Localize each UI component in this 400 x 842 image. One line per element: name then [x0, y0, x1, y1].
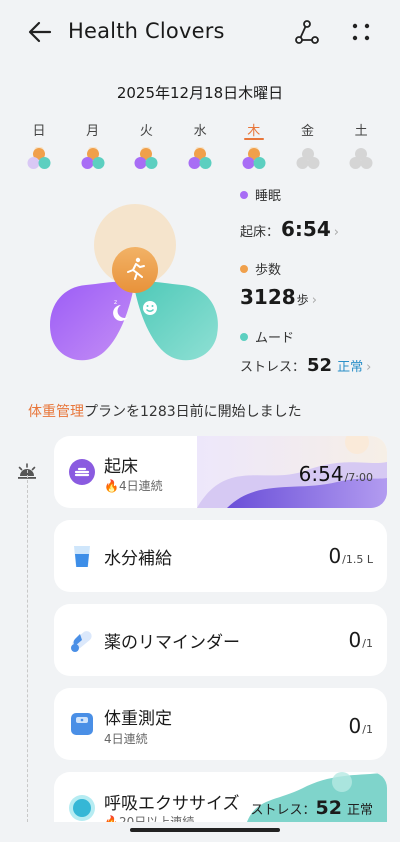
medicine-card-count: 0 — [348, 628, 362, 652]
plan-start-text: プランを1283日前に開始しました — [84, 404, 302, 420]
week-strip: 日月火水木金土 — [16, 120, 384, 180]
steps-value: 3128 — [240, 285, 296, 309]
health-clover-chart: z — [49, 204, 219, 361]
chevron-right-icon: › — [333, 225, 339, 240]
smile-icon — [143, 301, 157, 315]
chevron-right-icon: › — [366, 360, 372, 375]
day-label: 木 — [247, 124, 261, 139]
mood-dot — [240, 332, 248, 341]
day-1[interactable]: 月 — [70, 120, 116, 171]
more-icon[interactable] — [348, 19, 374, 45]
water-card-title: 水分補給 — [104, 549, 172, 569]
breathing-card-streak: 🔥20日以上連続 — [104, 815, 195, 822]
breathing-card-title: 呼吸エクササイズ — [104, 794, 240, 814]
breathing-stress-status: 正常 — [346, 803, 373, 818]
stress-key: ストレス： — [240, 360, 306, 375]
timeline-line — [27, 470, 28, 822]
water-card-value: 0/1.5 L — [328, 544, 373, 568]
mini-clover-icon — [296, 148, 319, 169]
wake-card-title: 起床 — [104, 457, 138, 477]
date-label: 2025年12月18日木曜日 — [116, 84, 284, 102]
mood-petal — [134, 281, 219, 361]
day-label: 水 — [193, 124, 207, 139]
day-0[interactable]: 日 — [16, 120, 62, 171]
stress-value: 52 — [307, 355, 333, 376]
medicine-card-target: /1 — [362, 637, 373, 650]
medicine-card-value: 0/1 — [349, 628, 373, 652]
weight-card-value: 0/1 — [349, 714, 373, 738]
mood-legend: ムード — [240, 327, 294, 346]
wake-card-target: /7:00 — [344, 471, 373, 484]
steps-label: 歩数 — [255, 263, 282, 278]
day-label: 金 — [300, 124, 314, 139]
water-card-target: /1.5 L — [342, 553, 373, 566]
breathing-stress-key: ストレス： — [250, 803, 316, 818]
steps-unit: 歩 — [296, 293, 309, 307]
medicine-card[interactable]: 薬のリマインダー 0/1 — [54, 604, 387, 676]
wake-card-value: 6:54/7:00 — [299, 462, 373, 486]
wake-time-row[interactable]: 起床： 6:54 › — [240, 217, 339, 241]
day-label: 日 — [32, 124, 46, 139]
plan-name: 体重管理 — [28, 404, 84, 420]
mini-clover-icon — [188, 147, 212, 169]
page-title: Health Clovers — [68, 19, 225, 43]
mini-clover-icon — [349, 148, 373, 169]
breathing-card[interactable]: 呼吸エクササイズ 🔥20日以上連続 ストレス： 52 正常 — [54, 772, 387, 822]
mini-clover-icon — [242, 147, 266, 169]
day-label: 月 — [86, 124, 100, 139]
mood-label: ムード — [255, 331, 295, 346]
weight-card-title: 体重測定 — [104, 709, 172, 729]
weight-card-streak: 4日連続 — [104, 732, 148, 746]
sleep-dot — [240, 190, 248, 199]
breathing-stress-value: 52 — [315, 797, 342, 819]
medicine-card-title: 薬のリマインダー — [104, 633, 240, 653]
wake-card[interactable]: 起床 🔥4日連続 6:54/7:00 — [54, 436, 387, 508]
mini-clover-icon — [27, 147, 51, 169]
scale-icon — [71, 713, 93, 735]
steps-legend: 歩数 — [240, 259, 281, 278]
arrow-left-icon[interactable] — [26, 18, 54, 46]
svg-text:z: z — [114, 299, 117, 306]
steps-row[interactable]: 3128 歩 › — [240, 285, 317, 309]
day-4[interactable]: 木 — [231, 120, 277, 171]
stress-row[interactable]: ストレス： 52 正常 › — [240, 355, 371, 376]
day-3[interactable]: 水 — [177, 120, 223, 171]
mini-clover-icon — [134, 147, 158, 169]
stress-status: 正常 — [337, 360, 364, 375]
day-label: 土 — [354, 124, 368, 139]
chevron-right-icon: › — [311, 293, 317, 308]
weight-card[interactable]: 体重測定 4日連続 0/1 — [54, 688, 387, 760]
alarm-icon — [69, 459, 95, 485]
sleep-label: 睡眠 — [255, 189, 282, 204]
weight-card-target: /1 — [362, 723, 373, 736]
breathing-card-value: ストレス： 52 正常 — [251, 797, 373, 819]
wake-key: 起床： — [240, 225, 280, 240]
water-card[interactable]: 水分補給 0/1.5 L — [54, 520, 387, 592]
day-2[interactable]: 火 — [123, 120, 169, 171]
mini-clover-icon — [81, 147, 105, 169]
wake-card-streak: 🔥4日連続 — [104, 479, 163, 493]
share-icon[interactable] — [294, 19, 320, 45]
top-bar: Health Clovers — [0, 0, 400, 64]
wake-value: 6:54 — [281, 217, 331, 241]
sleep-legend: 睡眠 — [240, 185, 281, 204]
day-6[interactable]: 土 — [338, 120, 384, 171]
breathing-icon — [69, 795, 95, 821]
wake-card-time: 6:54 — [298, 462, 344, 486]
water-card-amount: 0 — [328, 544, 342, 568]
pill-icon — [71, 631, 92, 652]
day-5[interactable]: 金 — [285, 120, 331, 171]
steps-dot — [240, 264, 248, 273]
steps-petal — [112, 247, 158, 293]
day-label: 火 — [139, 124, 153, 139]
home-indicator[interactable] — [130, 828, 280, 832]
plan-info[interactable]: 体重管理プランを1283日前に開始しました — [28, 401, 302, 421]
water-glass-icon — [74, 546, 90, 567]
weight-card-count: 0 — [348, 714, 362, 738]
